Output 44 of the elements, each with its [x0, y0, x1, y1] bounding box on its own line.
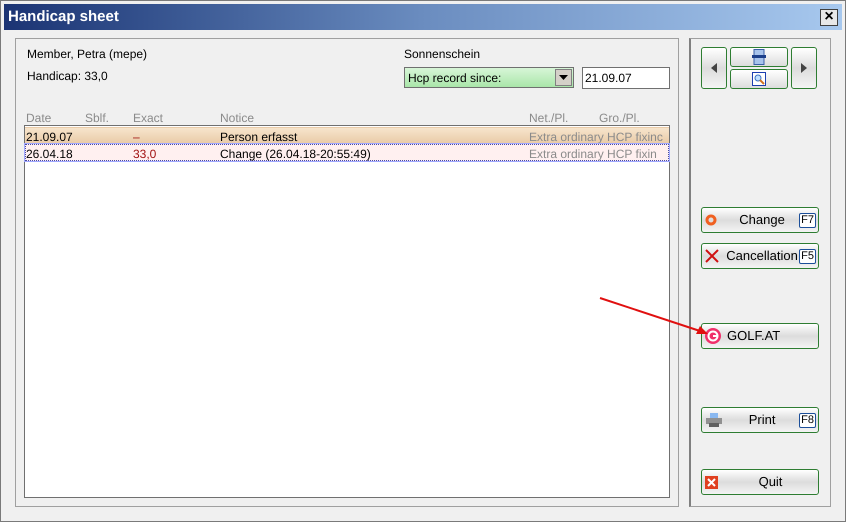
- document-icon: [752, 49, 766, 65]
- cross-icon: [705, 249, 719, 263]
- column-header: Sblf.: [85, 110, 110, 127]
- shortcut-key: F8: [799, 412, 816, 428]
- table-cell-text: –: [133, 129, 140, 146]
- g-logo-icon: [705, 328, 721, 344]
- table-cell-text: 26.04.18: [26, 146, 73, 163]
- shortcut-key: F5: [799, 248, 816, 264]
- column-header: Notice: [220, 110, 254, 127]
- record-row[interactable]: 21.09.07 – Person erfasst Extra ordinary HCP fixinc: [25, 127, 669, 144]
- column-header: Date: [26, 110, 52, 127]
- table-cell-text: Change (26.04.18-20:55:49): [220, 146, 371, 163]
- table-cell-text: 33,0: [133, 146, 156, 163]
- close-box-icon: [705, 476, 718, 488]
- next-button[interactable]: [791, 47, 817, 89]
- cancel-button[interactable]: Cancellation F5: [701, 243, 819, 269]
- preview-button[interactable]: [730, 69, 788, 89]
- close-button[interactable]: ×: [820, 8, 838, 26]
- shortcut-key: F7: [799, 212, 816, 228]
- column-header: Gro./Pl.: [599, 110, 640, 127]
- date-field[interactable]: 21.09.07: [582, 67, 670, 89]
- right-arrow-icon: [801, 63, 807, 73]
- change-button[interactable]: Change F7: [701, 207, 819, 233]
- handicap-label: Handicap: 33,0: [27, 68, 109, 85]
- window-title: Handicap sheet: [8, 6, 119, 27]
- ring-icon: [705, 214, 717, 226]
- table-cell-text: 21.09.07: [26, 129, 73, 146]
- table-cell-text: Extra ordinary HCP fixin: [529, 146, 657, 163]
- previous-button[interactable]: [701, 47, 727, 89]
- member-name: Member, Petra (mepe): [27, 46, 148, 63]
- table-cell-text: Person erfasst: [220, 129, 298, 146]
- magnifier-icon: [752, 72, 766, 86]
- column-header: Net./Pl.: [529, 110, 568, 127]
- golf-button[interactable]: GOLF.AT: [701, 323, 819, 349]
- record-row[interactable]: 26.04.18 33,0 Change (26.04.18-20:55:49) Extra ordinary HCP fixin: [25, 144, 669, 161]
- left-arrow-icon: [711, 63, 717, 73]
- quit-button[interactable]: Quit: [701, 469, 819, 495]
- table-cell-text: Extra ordinary HCP fixinc: [529, 129, 663, 146]
- print-button[interactable]: Print F8: [701, 407, 819, 433]
- mode-dropdown[interactable]: Hcp record since:: [404, 67, 574, 88]
- column-header: Exact: [133, 110, 164, 127]
- club-name: Sonnenschein: [404, 46, 482, 63]
- print-button[interactable]: [730, 47, 788, 67]
- printer-icon: [705, 413, 723, 427]
